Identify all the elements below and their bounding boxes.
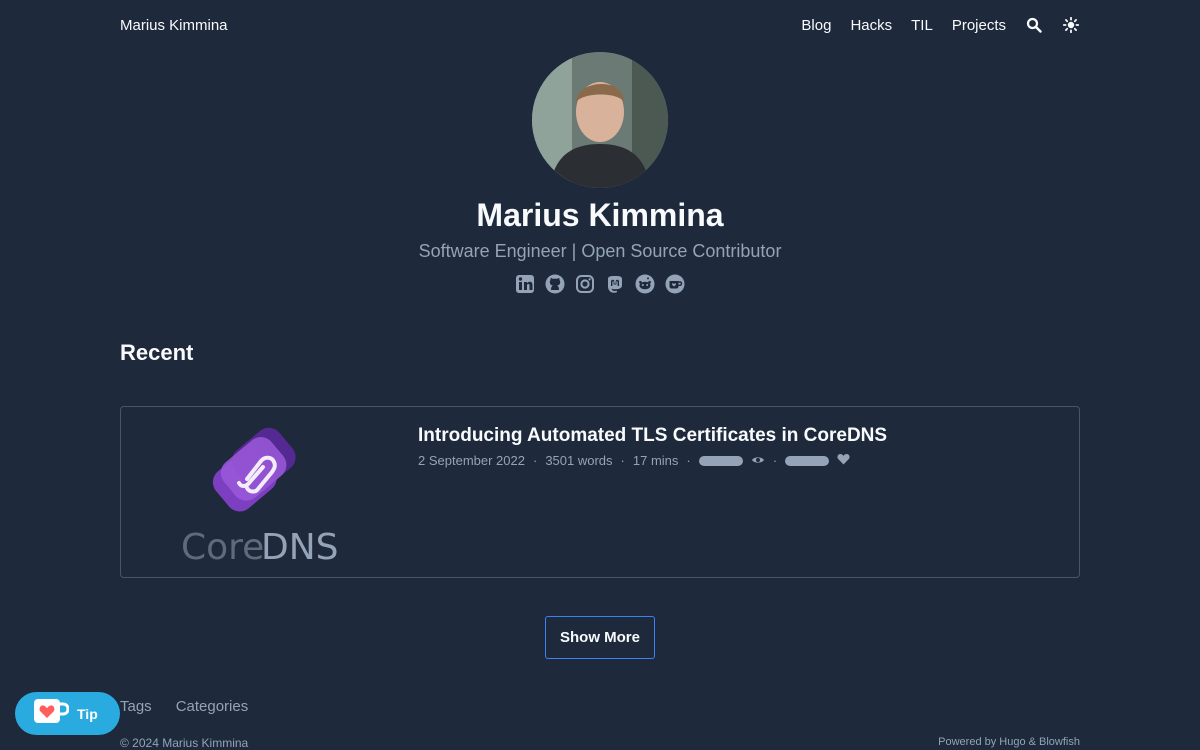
coredns-thumbnail: Core DNS [171, 421, 351, 571]
linkedin-icon[interactable] [515, 274, 535, 294]
kofi-cup-icon [33, 698, 70, 729]
nav-projects[interactable]: Projects [952, 17, 1006, 34]
profile-tagline: Software Engineer | Open Source Contribu… [418, 241, 782, 262]
social-links [0, 274, 1200, 294]
show-more-button[interactable]: Show More [545, 616, 655, 659]
article-read-time: 17 mins [632, 453, 679, 468]
views-placeholder [698, 455, 743, 466]
powered-by: Powered by Hugo & Blowfish [938, 736, 1080, 748]
meta-separator: · [772, 453, 778, 468]
article-title[interactable]: Introducing Automated TLS Certificates i… [418, 425, 1059, 447]
footer-categories-link[interactable]: Categories [176, 698, 249, 715]
article-meta: 2 September 2022 · 3501 words · 17 mins … [418, 453, 1059, 468]
site-header: Marius Kimmina Blog Hacks TIL Projects [120, 12, 1080, 38]
footer-tags-link[interactable]: Tags [120, 698, 152, 715]
article-card[interactable]: Core DNS Introducing Automated TLS Certi… [120, 406, 1080, 578]
eye-icon [751, 453, 765, 468]
recent-heading: Recent [120, 340, 194, 365]
site-title-link[interactable]: Marius Kimmina [120, 17, 228, 34]
nav-blog[interactable]: Blog [801, 17, 831, 34]
nav-til[interactable]: TIL [911, 17, 933, 34]
main-nav: Blog Hacks TIL Projects [801, 16, 1080, 34]
article-body: Introducing Automated TLS Certificates i… [418, 425, 1059, 468]
likes-placeholder [785, 455, 830, 466]
article-date: 2 September 2022 [418, 453, 525, 468]
meta-separator: · [532, 453, 538, 468]
meta-separator: · [686, 453, 691, 468]
github-icon[interactable] [545, 274, 565, 294]
reddit-icon[interactable] [635, 274, 655, 294]
search-icon[interactable] [1025, 16, 1043, 34]
thumbnail-core-text: Core [181, 527, 264, 568]
footer-links: Tags Categories [120, 698, 248, 715]
copyright: © 2024 Marius Kimmina [120, 736, 249, 750]
heart-icon [837, 453, 850, 468]
avatar [532, 52, 668, 188]
mastodon-icon[interactable] [605, 274, 625, 294]
meta-separator: · [620, 453, 625, 468]
theme-toggle-icon[interactable] [1062, 16, 1080, 34]
profile-name: Marius Kimmina [476, 197, 724, 233]
tip-label: Tip [77, 705, 98, 722]
kofi-tip-button[interactable]: Tip [15, 692, 120, 735]
article-word-count: 3501 words [545, 453, 613, 468]
profile-hero: Marius Kimmina Software Engineer | Open … [0, 52, 1200, 294]
thumbnail-dns-text: DNS [261, 527, 339, 568]
nav-hacks[interactable]: Hacks [850, 17, 892, 34]
kofi-icon[interactable] [665, 274, 685, 294]
instagram-icon[interactable] [575, 274, 595, 294]
